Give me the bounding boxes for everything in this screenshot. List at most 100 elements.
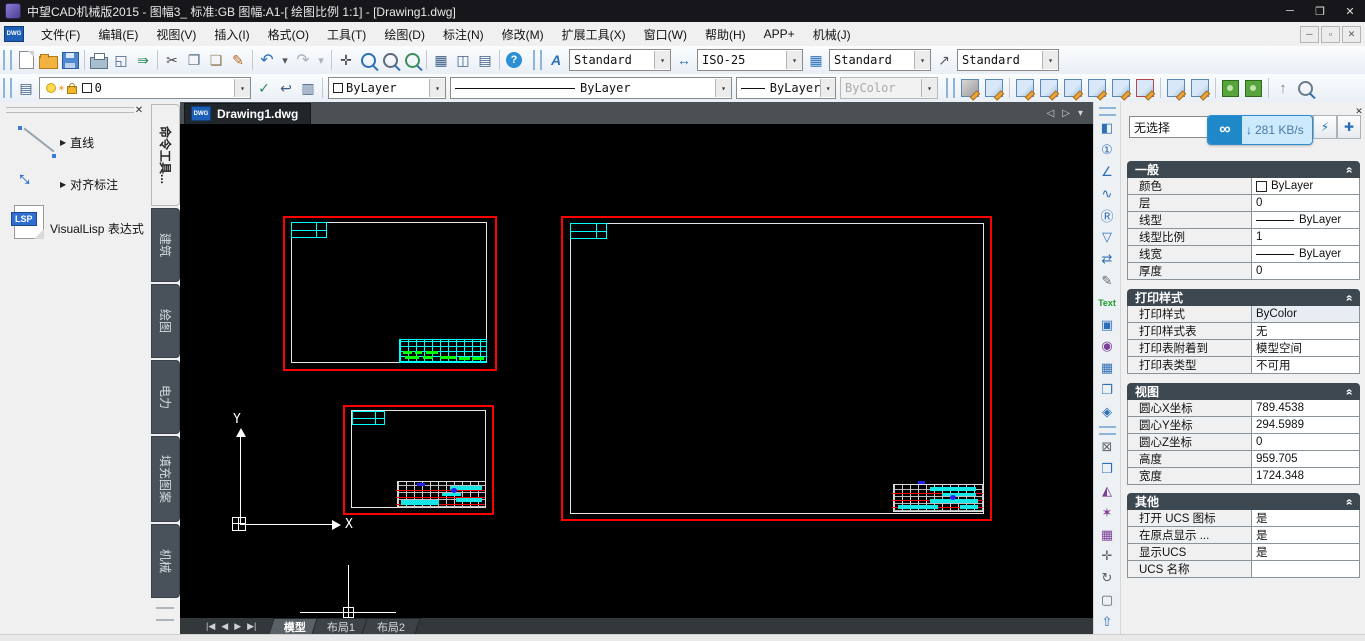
chevron-down-icon[interactable]: ▾ — [820, 79, 835, 97]
mdi-restore-button[interactable]: ▫ — [1321, 26, 1340, 43]
toolbar-grip[interactable] — [1099, 426, 1116, 435]
property-value[interactable]: 0 — [1252, 434, 1359, 450]
table-cells-icon[interactable] — [1189, 78, 1211, 98]
standards-check-icon[interactable] — [983, 78, 1005, 98]
copy-sheet-icon[interactable]: ❐ — [1097, 381, 1118, 400]
menu-edit[interactable]: 编辑(E) — [89, 22, 147, 46]
pan-icon[interactable]: ✛ — [336, 50, 356, 70]
property-value[interactable]: 是 — [1252, 510, 1359, 526]
save-icon[interactable] — [60, 50, 80, 70]
palette-grip[interactable] — [6, 107, 134, 113]
previous-layer-icon[interactable]: ↩ — [276, 78, 296, 98]
menu-app-plus[interactable]: APP+ — [755, 22, 804, 46]
tab-drawing[interactable]: 绘图 — [151, 284, 180, 358]
text-tool-icon[interactable]: Text — [1097, 293, 1118, 312]
menu-view[interactable]: 视图(V) — [147, 22, 205, 46]
section-line-icon[interactable]: ⇄ — [1097, 250, 1118, 269]
zoom-previous-icon[interactable] — [402, 50, 422, 70]
make-layer-current-icon[interactable]: ✓ — [254, 78, 274, 98]
rotate-icon[interactable]: ↻ — [1097, 569, 1118, 588]
property-value[interactable]: ByLayer — [1252, 212, 1359, 228]
select-objects-button[interactable]: ⚡ — [1313, 115, 1337, 139]
network-speed-overlay[interactable]: ∞ ↓ 281 KB/s — [1207, 115, 1313, 145]
menu-insert[interactable]: 插入(I) — [205, 22, 258, 46]
tab-layout2[interactable]: 布局2 — [361, 618, 421, 635]
help-icon[interactable]: ? — [504, 50, 524, 70]
first-tab-icon[interactable]: |◀ — [206, 621, 215, 632]
tab-drawing1[interactable]: DWG Drawing1.dwg — [184, 103, 311, 124]
chevron-down-icon[interactable]: ▾ — [786, 51, 802, 69]
publish-icon[interactable]: ⇛ — [133, 50, 153, 70]
lineweight-combo[interactable]: ByLayer ▾ — [736, 77, 836, 99]
menu-tools[interactable]: 工具(T) — [318, 22, 375, 46]
viewport-frame-icon[interactable]: ▢ — [1097, 591, 1118, 610]
tab-architecture[interactable]: 建筑 — [151, 208, 180, 282]
section-general-header[interactable]: 一般 » — [1127, 161, 1360, 178]
menu-dimension[interactable]: 标注(N) — [434, 22, 493, 46]
menu-draw[interactable]: 绘图(D) — [375, 22, 434, 46]
next-tab-icon[interactable]: ▶ — [234, 621, 241, 632]
table-style-combo[interactable]: Standard ▾ — [829, 49, 931, 71]
toolbar-grip[interactable] — [3, 50, 12, 70]
dim-style-check-icon[interactable] — [1134, 78, 1156, 98]
strip-grip[interactable] — [156, 607, 174, 621]
table-grid-icon[interactable]: ▦ — [1097, 359, 1118, 378]
zoom-realtime-icon[interactable] — [358, 50, 378, 70]
insert-block-icon[interactable]: ❒ — [1097, 460, 1118, 479]
property-value[interactable]: 不可用 — [1252, 357, 1359, 373]
eraser-icon[interactable]: ⊠ — [1097, 438, 1118, 457]
line-tool-icon[interactable] — [18, 126, 52, 156]
find-icon[interactable] — [1295, 78, 1315, 98]
tab-scroll-right-icon[interactable]: ▷ — [1062, 108, 1070, 119]
fields-icon[interactable]: ◫ — [453, 50, 473, 70]
tab-electric[interactable]: 电力 — [151, 360, 180, 434]
undo-dropdown-icon[interactable]: ▾ — [279, 50, 291, 70]
property-value[interactable]: 1 — [1252, 229, 1359, 245]
layer-states-icon[interactable]: ▥ — [298, 78, 318, 98]
edit-dim-text-icon[interactable] — [1038, 78, 1060, 98]
tab-mechanical[interactable]: 机械 — [151, 524, 180, 598]
tab-scroll-left-icon[interactable]: ◁ — [1047, 108, 1055, 119]
block-attr-icon[interactable] — [1220, 78, 1241, 98]
symbol-sheet-icon[interactable]: ◧ — [1097, 119, 1118, 138]
section-other-header[interactable]: 其他 » — [1127, 493, 1360, 510]
new-icon[interactable] — [16, 50, 36, 70]
block-sync-icon[interactable] — [1243, 78, 1264, 98]
surface-roughness-icon[interactable]: ▽ — [1097, 228, 1118, 247]
aligned-dimension-icon[interactable]: ↔ — [16, 164, 52, 196]
tab-list-icon[interactable]: ▾ — [1078, 108, 1083, 119]
last-tab-icon[interactable]: ▶| — [247, 621, 256, 632]
radius-mark-icon[interactable]: Ⓡ — [1097, 206, 1118, 225]
minimize-button[interactable]: ─ — [1275, 0, 1305, 22]
mirror-icon[interactable]: ◭ — [1097, 482, 1118, 501]
property-value[interactable]: ByLayer — [1252, 178, 1359, 194]
upload-icon[interactable]: ⇧ — [1097, 612, 1118, 631]
collapse-icon[interactable]: » — [1342, 294, 1356, 301]
toolbar-grip[interactable] — [533, 50, 542, 70]
menu-modify[interactable]: 修改(M) — [493, 22, 553, 46]
collapse-icon[interactable]: » — [1342, 388, 1356, 395]
chevron-down-icon[interactable]: ▾ — [429, 79, 445, 97]
print-preview-icon[interactable]: ◱ — [111, 50, 131, 70]
chevron-down-icon[interactable]: ▾ — [914, 51, 930, 69]
visuallisp-item[interactable]: VisualLisp 表达式 — [50, 220, 144, 237]
curve-dimension-icon[interactable]: ∿ — [1097, 184, 1118, 203]
revision-cloud-icon[interactable]: ◉ — [1097, 337, 1118, 356]
edit-dim-icon[interactable] — [1014, 78, 1036, 98]
menu-format[interactable]: 格式(O) — [259, 22, 318, 46]
menu-help[interactable]: 帮助(H) — [696, 22, 755, 46]
paste-icon[interactable]: ❏ — [206, 50, 226, 70]
menu-express[interactable]: 扩展工具(X) — [553, 22, 635, 46]
menu-file[interactable]: 文件(F) — [32, 22, 89, 46]
text-style-combo[interactable]: Standard ▾ — [569, 49, 671, 71]
redo-icon[interactable]: ↷ — [293, 50, 313, 70]
toggle-pickadd-button[interactable]: ✚ — [1337, 115, 1361, 139]
maximize-button[interactable]: ❐ — [1305, 0, 1335, 22]
tolerance-stamp-icon[interactable]: ✶ — [1097, 503, 1118, 522]
collapse-icon[interactable]: » — [1342, 166, 1356, 173]
linetype-combo[interactable]: ByLayer ▾ — [450, 77, 732, 99]
dim-style-combo[interactable]: ISO-25 ▾ — [697, 49, 803, 71]
drawing-canvas[interactable]: Y X — [180, 124, 1093, 618]
copy-icon[interactable]: ❐ — [184, 50, 204, 70]
undo-icon[interactable]: ↶ — [257, 50, 277, 70]
